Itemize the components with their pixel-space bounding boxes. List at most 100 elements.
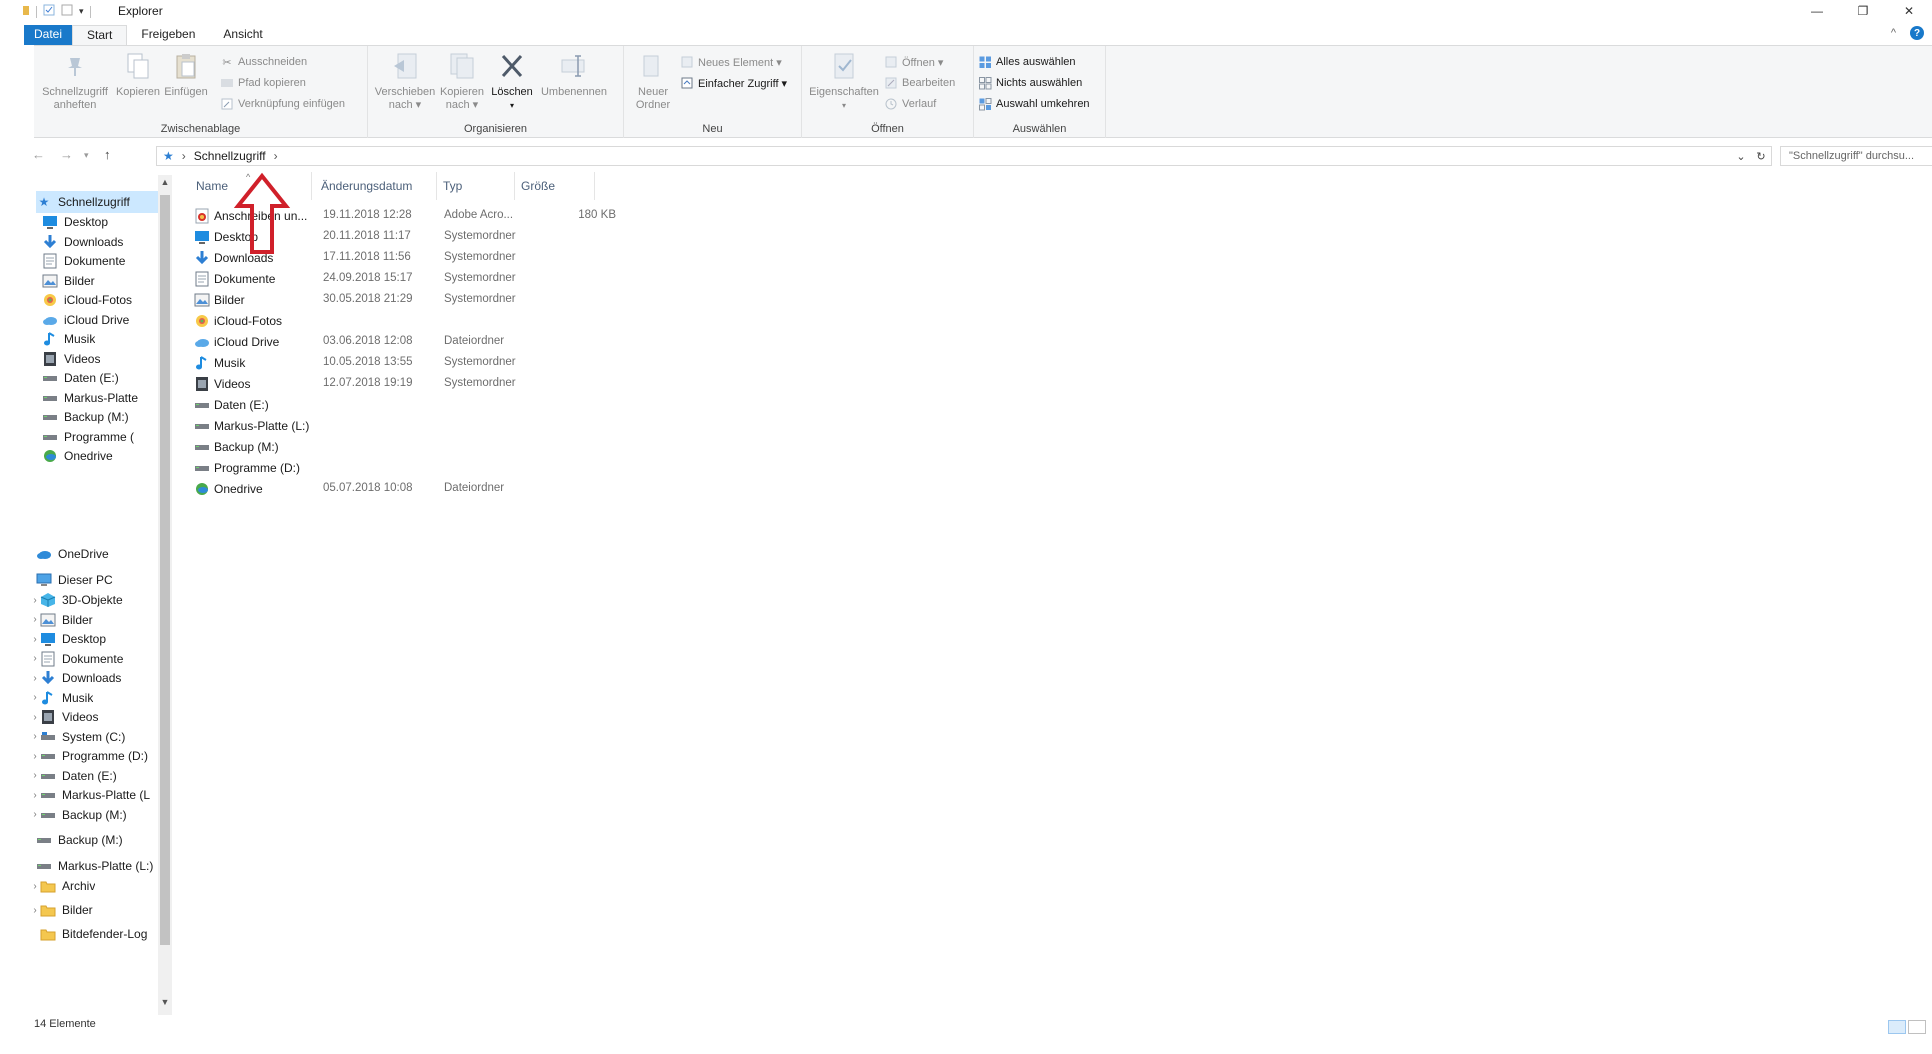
expand-chevron-icon[interactable]: ›	[30, 614, 40, 625]
close-button[interactable]: ✕	[1886, 0, 1932, 22]
organize-group-label: Organisieren	[464, 123, 527, 135]
nav-onedrive[interactable]: OneDrive	[36, 543, 164, 565]
paste-button[interactable]: Einfügen	[162, 50, 210, 99]
ribbon: Schnellzugriff anheften Kopieren Einfüge…	[34, 45, 1932, 138]
easy-access-button[interactable]: Einfacher Zugriff ▾	[680, 74, 787, 92]
cut-button[interactable]: ✂ Ausschneiden	[220, 53, 307, 71]
address-bar[interactable]: ★ › Schnellzugriff › ⌄ ↻	[156, 146, 1772, 166]
tab-start[interactable]: Start	[72, 25, 128, 45]
history-button[interactable]: Verlauf	[884, 95, 936, 113]
forward-arrow-icon[interactable]: →	[60, 147, 73, 162]
expand-chevron-icon[interactable]: ›	[30, 790, 40, 801]
expand-chevron-icon[interactable]: ›	[30, 595, 40, 606]
scrollbar-thumb[interactable]	[160, 195, 170, 945]
file-row[interactable]: Markus-Platte (L:)	[190, 416, 630, 437]
help-icon[interactable]: ?	[1910, 26, 1924, 40]
file-row[interactable]: Onedrive 05.07.2018 10:08 Dateiordner	[190, 479, 630, 500]
expand-chevron-icon[interactable]: ›	[30, 712, 40, 723]
music-icon	[194, 355, 210, 371]
properties-button[interactable]: Eigenschaften ▾	[806, 50, 882, 112]
refresh-icon[interactable]: ↻	[1751, 150, 1771, 163]
expand-chevron-icon[interactable]: ›	[30, 770, 40, 781]
file-row[interactable]: Bilder 30.05.2018 21:29 Systemordner	[190, 290, 630, 311]
file-row[interactable]: Daten (E:)	[190, 395, 630, 416]
back-arrow-icon[interactable]: ←	[32, 147, 45, 162]
expand-chevron-icon[interactable]: ›	[30, 731, 40, 742]
pin-quick-access-button[interactable]: Schnellzugriff anheften	[36, 50, 114, 112]
file-type: Systemordner	[444, 251, 516, 263]
collapse-ribbon-icon[interactable]: ^	[1891, 27, 1896, 39]
paste-shortcut-button[interactable]: Verknüpfung einfügen	[220, 95, 345, 113]
invert-selection-button[interactable]: Auswahl umkehren	[978, 95, 1090, 113]
file-row[interactable]: iCloud-Fotos	[190, 311, 630, 332]
file-row[interactable]: Dokumente 24.09.2018 15:17 Systemordner	[190, 269, 630, 290]
expand-chevron-icon[interactable]: ›	[30, 881, 40, 892]
edit-button[interactable]: Bearbeiten	[884, 74, 955, 92]
breadcrumb-separator[interactable]: ›	[274, 149, 278, 163]
search-input[interactable]: "Schnellzugriff" durchsu... ⚲	[1780, 146, 1932, 166]
expand-chevron-icon[interactable]: ›	[30, 751, 40, 762]
details-view-icon[interactable]	[1888, 1020, 1906, 1034]
properties-dropdown-icon[interactable]: ▾	[842, 99, 846, 112]
nav-markus-drive[interactable]: Markus-Platte (L:)	[36, 855, 164, 877]
up-arrow-icon[interactable]: ↑	[104, 147, 111, 162]
delete-dropdown-icon[interactable]: ▾	[510, 99, 514, 112]
expand-chevron-icon[interactable]: ›	[30, 653, 40, 664]
nav-folder-item[interactable]: Bitdefender-Log	[30, 923, 158, 945]
file-row[interactable]: Backup (M:)	[190, 437, 630, 458]
expand-chevron-icon[interactable]: ›	[30, 634, 40, 645]
select-all-button[interactable]: Alles auswählen	[978, 53, 1076, 71]
new-item-button[interactable]: Neues Element ▾	[680, 53, 782, 71]
copy-path-button[interactable]: Pfad kopieren	[220, 74, 306, 92]
file-name: Markus-Platte (L:)	[214, 419, 310, 433]
scroll-down-icon[interactable]: ▼	[158, 997, 172, 1013]
nav-backup-drive[interactable]: Backup (M:)	[36, 829, 164, 851]
breadcrumb-separator[interactable]: ›	[182, 149, 186, 163]
file-row[interactable]: Videos 12.07.2018 19:19 Systemordner	[190, 374, 630, 395]
tab-file[interactable]: Datei	[24, 25, 73, 45]
expand-chevron-icon[interactable]: ›	[30, 809, 40, 820]
expand-chevron-icon[interactable]: ›	[30, 905, 40, 916]
copy-button[interactable]: Kopieren	[114, 50, 162, 99]
video-icon	[194, 376, 210, 392]
nav-quick-access[interactable]: ★ Schnellzugriff	[36, 191, 158, 213]
restore-button[interactable]: ❐	[1840, 0, 1886, 22]
expand-chevron-icon[interactable]: ›	[30, 692, 40, 703]
file-row[interactable]: iCloud Drive 03.06.2018 12:08 Dateiordner	[190, 332, 630, 353]
copy-to-button[interactable]: Kopieren nach ▾	[436, 50, 488, 112]
file-row[interactable]: Musik 10.05.2018 13:55 Systemordner	[190, 353, 630, 374]
column-header-type[interactable]: Typ	[437, 172, 515, 200]
properties-qat-icon[interactable]	[43, 4, 55, 19]
breadcrumb-quick-access[interactable]: Schnellzugriff	[194, 149, 266, 163]
delete-button[interactable]: Löschen ▾	[488, 50, 536, 112]
new-folder-button[interactable]: Neuer Ordner	[628, 50, 678, 112]
nav-pc-item[interactable]: › Backup (M:)	[30, 804, 158, 826]
rename-button[interactable]: Umbenennen	[536, 50, 612, 99]
move-to-button[interactable]: Verschieben nach ▾	[374, 50, 436, 112]
nav-this-pc[interactable]: Dieser PC	[36, 569, 164, 591]
nav-pc-item-label: Programme (D:)	[62, 749, 149, 763]
nav-quick-item[interactable]: Onedrive⊿	[42, 445, 171, 467]
nav-folder-item[interactable]: › Archiv	[30, 875, 158, 897]
nav-pane-scrollbar[interactable]: ▲ ▼	[158, 175, 172, 1015]
select-none-button[interactable]: Nichts auswählen	[978, 74, 1082, 92]
file-row[interactable]: Programme (D:)	[190, 458, 630, 479]
copy-to-icon	[447, 50, 477, 82]
minimize-button[interactable]: —	[1794, 0, 1840, 22]
open-button[interactable]: Öffnen ▾	[884, 53, 943, 71]
select-all-icon	[978, 55, 992, 69]
new-folder-qat-icon[interactable]	[61, 4, 73, 19]
recent-locations-icon[interactable]: ▾	[84, 150, 89, 161]
customize-qat-icon[interactable]: ▾	[79, 6, 84, 17]
file-name: Dokumente	[214, 272, 276, 286]
nav-folder-item[interactable]: › Bilder	[30, 899, 158, 921]
scroll-up-icon[interactable]: ▲	[158, 177, 172, 193]
expand-chevron-icon[interactable]: ›	[30, 673, 40, 684]
tab-view[interactable]: Ansicht	[209, 25, 276, 45]
column-header-date[interactable]: Änderungsdatum	[315, 172, 437, 200]
nav-quick-item-label: Backup (M:)	[64, 410, 129, 424]
address-dropdown-icon[interactable]: ⌄	[1731, 150, 1751, 163]
column-header-size[interactable]: Größe	[515, 172, 595, 200]
large-icons-view-icon[interactable]	[1908, 1020, 1926, 1034]
tab-share[interactable]: Freigeben	[127, 25, 209, 45]
